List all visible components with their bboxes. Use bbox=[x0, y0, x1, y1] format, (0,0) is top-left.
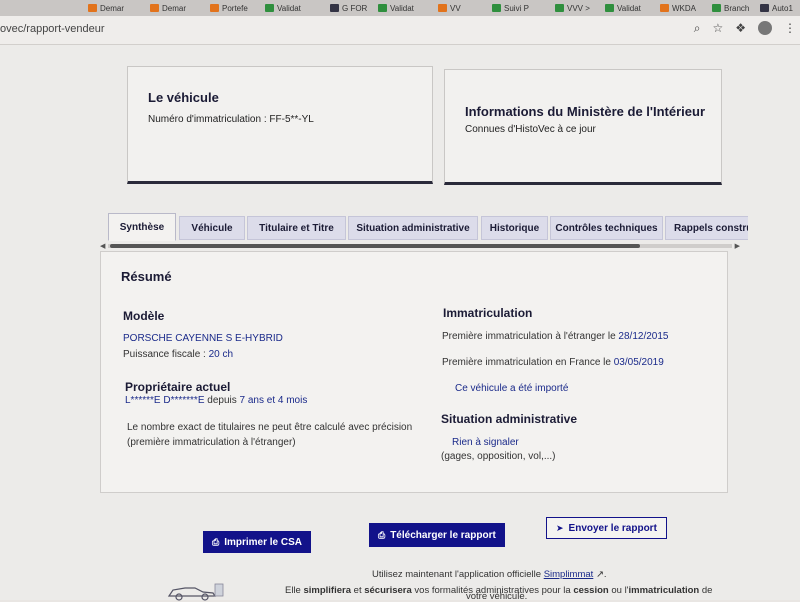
browser-tab[interactable]: WKDA bbox=[660, 1, 696, 15]
printer-icon: ⎙ bbox=[378, 529, 386, 540]
owners-note-line1: Le nombre exact de titulaires ne peut êt… bbox=[127, 422, 413, 433]
profile-avatar[interactable] bbox=[758, 21, 772, 35]
external-link-icon: ↗ bbox=[593, 569, 604, 580]
page-content: Le véhicule Numéro d'immatriculation : F… bbox=[0, 45, 800, 602]
browser-tab[interactable]: Branch bbox=[712, 1, 749, 15]
favicon-icon bbox=[150, 4, 159, 12]
admin-status-detail: (gages, opposition, vol,...) bbox=[441, 451, 556, 462]
extensions-icon[interactable]: ❖ bbox=[735, 21, 746, 36]
browser-tab-label: Validat bbox=[390, 3, 414, 13]
owner-duration: 7 ans et 4 mois bbox=[239, 395, 308, 406]
menu-icon[interactable]: ⋮ bbox=[784, 21, 796, 36]
summary-title: Résumé bbox=[121, 269, 172, 284]
zoom-icon[interactable]: ⌕ bbox=[694, 21, 701, 36]
fiscal-power: Puissance fiscale : 20 ch bbox=[123, 349, 234, 360]
simplimmat-promo-line1: Utilisez maintenant l'application offici… bbox=[372, 569, 607, 580]
browser-tab-label: Auto1 bbox=[772, 3, 793, 13]
first-registration-france-date: 03/05/2019 bbox=[613, 357, 664, 368]
ministry-card: Informations du Ministère de l'Intérieur… bbox=[444, 69, 722, 185]
printer-icon: ⎙ bbox=[212, 536, 220, 547]
favicon-icon bbox=[712, 4, 721, 12]
bookmark-star-icon[interactable]: ☆ bbox=[712, 21, 723, 36]
tabs-scrollbar[interactable]: ◀ ▶ bbox=[100, 242, 740, 250]
tab-rappels[interactable]: Rappels constru bbox=[665, 216, 748, 240]
browser-tab[interactable]: Validat bbox=[378, 1, 414, 15]
favicon-icon bbox=[378, 4, 387, 12]
browser-tab[interactable]: Validat bbox=[605, 1, 641, 15]
tab-vehicule[interactable]: Véhicule bbox=[179, 216, 245, 240]
first-registration-france: Première immatriculation en France le 03… bbox=[442, 357, 664, 368]
model-heading: Modèle bbox=[123, 309, 165, 323]
report-tabs: Synthèse Véhicule Titulaire et Titre Sit… bbox=[108, 213, 748, 241]
browser-tab-label: Suivi P bbox=[504, 3, 529, 13]
address-bar: ovec/rapport-vendeur ⌕ ☆ ❖ ⋮ bbox=[0, 16, 800, 45]
favicon-icon bbox=[210, 4, 219, 12]
browser-tab[interactable]: Auto1 bbox=[760, 1, 793, 15]
favicon-icon bbox=[330, 4, 339, 12]
first-registration-foreign-date: 28/12/2015 bbox=[618, 331, 669, 342]
favicon-icon bbox=[88, 4, 97, 12]
favicon-icon bbox=[555, 4, 564, 12]
browser-tab[interactable]: Validat bbox=[265, 1, 301, 15]
send-arrow-icon: ➤ bbox=[556, 522, 564, 533]
scroll-right-icon[interactable]: ▶ bbox=[735, 242, 740, 250]
first-registration-foreign: Première immatriculation à l'étranger le… bbox=[442, 331, 669, 342]
owner-heading: Propriétaire actuel bbox=[125, 380, 231, 394]
browser-tab-label: Demar bbox=[162, 3, 187, 13]
favicon-icon bbox=[265, 4, 274, 12]
vehicle-card-title: Le véhicule bbox=[148, 90, 219, 105]
favicon-icon bbox=[760, 4, 769, 12]
browser-tab[interactable]: Suivi P bbox=[492, 1, 529, 15]
print-csa-button[interactable]: ⎙ Imprimer le CSA bbox=[203, 531, 312, 553]
owner-name: L******E D*******E bbox=[125, 395, 205, 406]
summary-panel: Résumé Modèle PORSCHE CAYENNE S E-HYBRID… bbox=[100, 251, 728, 493]
favicon-icon bbox=[438, 4, 447, 12]
download-report-button[interactable]: ⎙ Télécharger le rapport bbox=[369, 523, 505, 547]
owner-line: L******E D*******E depuis 7 ans et 4 moi… bbox=[125, 395, 308, 406]
car-illustration bbox=[167, 583, 224, 601]
tab-synthese[interactable]: Synthèse bbox=[108, 213, 176, 241]
browser-tab-label: G FOR bbox=[342, 3, 368, 13]
url-field[interactable]: ovec/rapport-vendeur bbox=[0, 23, 105, 35]
favicon-icon bbox=[492, 4, 501, 12]
browser-tab[interactable]: Demar bbox=[88, 1, 124, 15]
browser-tab[interactable]: VVV > bbox=[555, 1, 590, 15]
vehicle-card: Le véhicule Numéro d'immatriculation : F… bbox=[127, 66, 433, 184]
ministry-card-title: Informations du Ministère de l'Intérieur bbox=[465, 104, 706, 119]
tab-titulaire[interactable]: Titulaire et Titre bbox=[247, 216, 346, 240]
browser-tab-label: Portefe bbox=[222, 3, 248, 13]
browser-tab-label: Validat bbox=[277, 3, 301, 13]
tab-historique[interactable]: Historique bbox=[481, 216, 548, 240]
browser-tab[interactable]: Portefe bbox=[210, 1, 248, 15]
browser-tab-label: Demar bbox=[100, 3, 125, 13]
simplimmat-link[interactable]: Simplimmat bbox=[544, 569, 594, 580]
tab-controles-techniques[interactable]: Contrôles techniques bbox=[550, 216, 663, 240]
simplimmat-promo-line3: votre véhicule. bbox=[466, 591, 528, 602]
favicon-icon bbox=[660, 4, 669, 12]
tab-situation-administrative[interactable]: Situation administrative bbox=[348, 216, 478, 240]
send-report-button[interactable]: ➤ Envoyer le rapport bbox=[546, 517, 667, 539]
scrollbar-thumb[interactable] bbox=[110, 244, 640, 248]
imported-notice: Ce véhicule a été importé bbox=[455, 383, 569, 394]
admin-status: Rien à signaler bbox=[452, 437, 519, 448]
browser-tab-label: VV bbox=[450, 3, 461, 13]
model-name: PORSCHE CAYENNE S E-HYBRID bbox=[123, 333, 283, 344]
browser-tab[interactable]: VV bbox=[438, 1, 461, 15]
favicon-icon bbox=[605, 4, 614, 12]
scroll-left-icon[interactable]: ◀ bbox=[100, 242, 105, 250]
browser-tab-label: Validat bbox=[617, 3, 641, 13]
browser-tab-label: Branch bbox=[724, 3, 750, 13]
browser-tab[interactable]: Demar bbox=[150, 1, 186, 15]
owners-note-line2: (première immatriculation à l'étranger) bbox=[127, 437, 296, 448]
fiscal-power-value: 20 ch bbox=[208, 349, 234, 360]
admin-situation-heading: Situation administrative bbox=[441, 412, 578, 426]
browser-tab-label: WKDA bbox=[672, 3, 696, 13]
browser-tab-label: VVV > bbox=[567, 3, 590, 13]
plate-number: Numéro d'immatriculation : FF-5**-YL bbox=[148, 114, 314, 125]
ministry-card-subtitle: Connues d'HistoVec à ce jour bbox=[465, 124, 596, 135]
browser-tab-strip: Demar Demar Portefe Validat G FOR Validat VV Su… bbox=[0, 0, 800, 16]
immatriculation-heading: Immatriculation bbox=[443, 306, 533, 320]
browser-tab[interactable]: G FOR bbox=[330, 1, 367, 15]
